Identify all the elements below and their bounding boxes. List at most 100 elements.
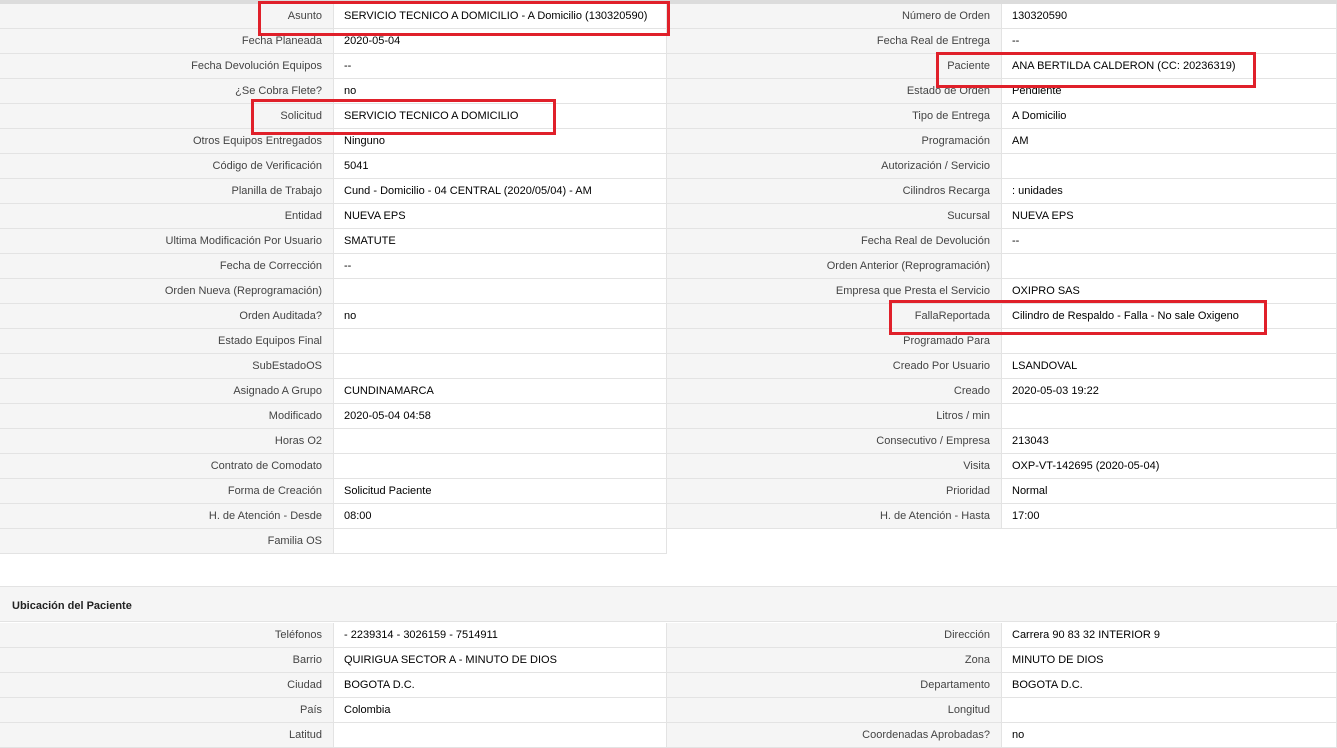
field-value: 2020-05-04 [333,29,667,54]
table-row: Fecha Devolución Equipos -- Paciente ANA BE… [0,54,1337,79]
table-row: Barrio QUIRIGUA SECTOR A - MINUTO DE DIOS… [0,648,1337,673]
field-value [333,429,667,454]
field-label: Empresa que Presta el Servicio [667,279,1001,304]
table-row: Otros Equipos Entregados Ninguno Programac… [0,129,1337,154]
field-value [333,354,667,379]
field-label: Código de Verificación [0,154,333,179]
field-value: Normal [1001,479,1337,504]
field-value [333,279,667,304]
table-row: Solicitud SERVICIO TECNICO A DOMICILIO Tip… [0,104,1337,129]
field-value [1001,698,1337,723]
field-value [333,329,667,354]
section-header-patient-location: Ubicación del Paciente [0,586,1337,622]
field-label: Consecutivo / Empresa [667,429,1001,454]
field-value: 130320590 [1001,4,1337,29]
field-value: 2020-05-03 19:22 [1001,379,1337,404]
table-row: Ciudad BOGOTA D.C. Departamento BOGOTA D.C. [0,673,1337,698]
field-value: LSANDOVAL [1001,354,1337,379]
field-value: : unidades [1001,179,1337,204]
field-value: NUEVA EPS [333,204,667,229]
field-label: Número de Orden [667,4,1001,29]
field-label: Creado [667,379,1001,404]
field-value: OXIPRO SAS [1001,279,1337,304]
table-row: País Colombia Longitud [0,698,1337,723]
field-value [333,454,667,479]
field-label: Asignado A Grupo [0,379,333,404]
field-value: -- [1001,229,1337,254]
field-label: Programación [667,129,1001,154]
field-value: 17:00 [1001,504,1337,529]
table-row: H. de Atención - Desde 08:00 H. de Atenció… [0,504,1337,529]
table-row: Planilla de Trabajo Cund - Domicilio - 04… [0,179,1337,204]
field-value: Cilindro de Respaldo - Falla - No sale O… [1001,304,1337,329]
field-value: QUIRIGUA SECTOR A - MINUTO DE DIOS [333,648,667,673]
field-label: Forma de Creación [0,479,333,504]
field-value: SMATUTE [333,229,667,254]
field-value: Solicitud Paciente [333,479,667,504]
field-label: Otros Equipos Entregados [0,129,333,154]
table-row: SubEstadoOS Creado Por Usuario LSANDOVAL [0,354,1337,379]
field-label: Paciente [667,54,1001,79]
field-label: Contrato de Comodato [0,454,333,479]
table-row: Teléfonos - 2239314 - 3026159 - 7514911 Di… [0,623,1337,648]
field-label: Litros / min [667,404,1001,429]
field-value [1001,329,1337,354]
field-value [1001,404,1337,429]
field-label: Ciudad [0,673,333,698]
field-label: Orden Nueva (Reprogramación) [0,279,333,304]
field-value: 08:00 [333,504,667,529]
field-label: Orden Anterior (Reprogramación) [667,254,1001,279]
field-value: Carrera 90 83 32 INTERIOR 9 [1001,623,1337,648]
field-label: Estado Equipos Final [0,329,333,354]
field-label: Entidad [0,204,333,229]
table-row: Fecha Planeada 2020-05-04 Fecha Real de En… [0,29,1337,54]
field-value: Cund - Domicilio - 04 CENTRAL (2020/05/0… [333,179,667,204]
table-row: Entidad NUEVA EPS Sucursal NUEVA EPS [0,204,1337,229]
field-label: Estado de Orden [667,79,1001,104]
field-value [333,529,667,554]
field-value: SERVICIO TECNICO A DOMICILIO [333,104,667,129]
field-value: Ninguno [333,129,667,154]
field-label: ¿Se Cobra Flete? [0,79,333,104]
field-value: AM [1001,129,1337,154]
table-row: Orden Auditada? no FallaReportada Cilindro … [0,304,1337,329]
field-value: 2020-05-04 04:58 [333,404,667,429]
field-value: Pendiente [1001,79,1337,104]
field-label: Fecha Devolución Equipos [0,54,333,79]
field-value: 213043 [1001,429,1337,454]
table-row: Asunto SERVICIO TECNICO A DOMICILIO - A D… [0,4,1337,29]
field-label: Departamento [667,673,1001,698]
table-row: ¿Se Cobra Flete? no Estado de Orden Pendien… [0,79,1337,104]
field-value: -- [333,254,667,279]
field-label: Sucursal [667,204,1001,229]
field-label: H. de Atención - Hasta [667,504,1001,529]
field-label: Tipo de Entrega [667,104,1001,129]
field-value: NUEVA EPS [1001,204,1337,229]
table-row: Horas O2 Consecutivo / Empresa 213043 [0,429,1337,454]
table-row: Orden Nueva (Reprogramación) Empresa que … [0,279,1337,304]
table-row: Forma de Creación Solicitud Paciente Prior… [0,479,1337,504]
field-value: Colombia [333,698,667,723]
field-value: BOGOTA D.C. [1001,673,1337,698]
table-row: Estado Equipos Final Programado Para [0,329,1337,354]
field-label: FallaReportada [667,304,1001,329]
section-title: Ubicación del Paciente [12,600,132,612]
field-value: MINUTO DE DIOS [1001,648,1337,673]
field-value [333,723,667,748]
table-row: Familia OS [0,529,1337,554]
field-value: ANA BERTILDA CALDERON (CC: 20236319) [1001,54,1337,79]
field-label: Prioridad [667,479,1001,504]
field-label: Visita [667,454,1001,479]
field-value [1001,154,1337,179]
order-details-table: Asunto SERVICIO TECNICO A DOMICILIO - A D… [0,4,1337,554]
table-row: Contrato de Comodato Visita OXP-VT-142695 … [0,454,1337,479]
field-label: Dirección [667,623,1001,648]
field-value: OXP-VT-142695 (2020-05-04) [1001,454,1337,479]
field-value: -- [333,54,667,79]
field-label: SubEstadoOS [0,354,333,379]
field-label: Horas O2 [0,429,333,454]
field-value: no [333,79,667,104]
field-label: Orden Auditada? [0,304,333,329]
field-value: BOGOTA D.C. [333,673,667,698]
field-value: -- [1001,29,1337,54]
